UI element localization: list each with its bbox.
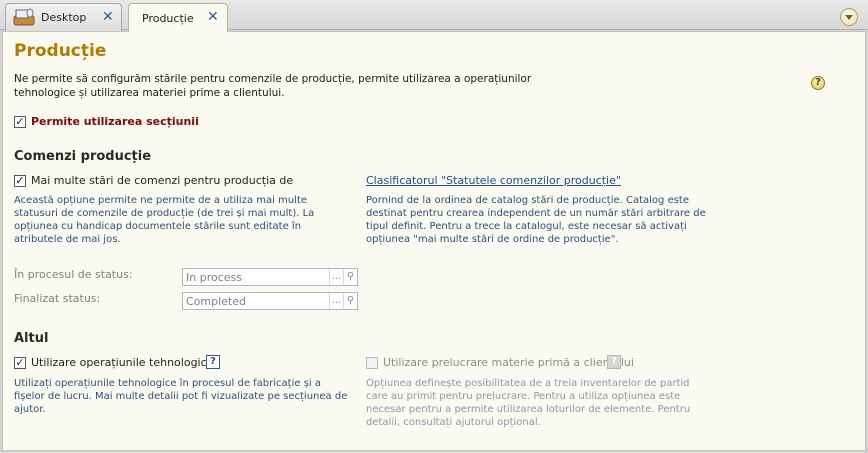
tech-operations-label[interactable]: Utilizare operațiunile tehnologice xyxy=(31,356,213,369)
multi-states-description: Această opțiune permite ne permite de a … xyxy=(14,195,315,245)
tab-desktop[interactable]: Desktop ✕ xyxy=(5,3,122,31)
finalized-value: Completed xyxy=(186,294,246,308)
page-title: Producție xyxy=(14,41,107,61)
help-icon[interactable]: ? xyxy=(811,76,825,90)
multi-states-label[interactable]: Mai multe stări de comenzi pentru produc… xyxy=(31,174,293,187)
catalog-description: Pornind de la ordinea de catalog stări d… xyxy=(366,195,706,245)
enable-section-label[interactable]: Permite utilizarea secțiunii xyxy=(31,115,199,128)
catalog-link[interactable]: Clasificatorul "Statutele comenzilor pro… xyxy=(366,174,621,187)
in-process-field[interactable]: In process ... ⚲ xyxy=(182,268,358,286)
magnifier-icon[interactable]: ⚲ xyxy=(343,269,357,285)
in-process-select-button[interactable]: ... xyxy=(329,269,343,285)
tab-bar: Desktop ✕ Producție ✕ xyxy=(0,0,868,32)
menu-dropdown-button[interactable] xyxy=(840,8,858,26)
tab-desktop-label: Desktop xyxy=(41,11,87,24)
tech-operations-checkbox[interactable]: ✓ xyxy=(14,357,26,369)
close-icon[interactable]: ✕ xyxy=(102,9,114,25)
raw-material-checkbox[interactable] xyxy=(366,357,378,369)
finalized-field[interactable]: Completed ... ⚲ xyxy=(182,292,358,310)
enable-section-checkbox[interactable]: ✓ xyxy=(14,116,26,128)
finalized-label: Finalizat status: xyxy=(14,292,101,305)
orders-heading: Comenzi producție xyxy=(14,149,152,164)
in-process-value: In process xyxy=(186,270,242,284)
help-icon[interactable]: ? xyxy=(206,355,220,369)
in-process-label: În procesul de status: xyxy=(14,268,133,281)
multi-states-checkbox[interactable]: ✓ xyxy=(14,175,26,187)
close-icon[interactable]: ✕ xyxy=(207,9,219,25)
finalized-select-button[interactable]: ... xyxy=(329,293,343,309)
tech-operations-description: Utilizați operațiunile tehnologice în pr… xyxy=(14,378,348,415)
desktop-icon xyxy=(13,8,35,26)
help-icon[interactable]: ? xyxy=(607,355,621,369)
main-panel: Producție Ne permite să configurăm stări… xyxy=(2,31,866,451)
magnifier-icon[interactable]: ⚲ xyxy=(343,293,357,309)
raw-material-label[interactable]: Utilizare prelucrare materie primă a cli… xyxy=(383,356,634,369)
raw-material-description: Opțiunea definește posibilitatea de a tr… xyxy=(366,378,691,428)
tab-productie-label: Producție xyxy=(142,12,194,25)
tab-productie[interactable]: Producție ✕ xyxy=(128,3,228,32)
page-description: Ne permite să configurăm stările pentru … xyxy=(14,73,532,99)
other-heading: Altul xyxy=(14,331,49,346)
